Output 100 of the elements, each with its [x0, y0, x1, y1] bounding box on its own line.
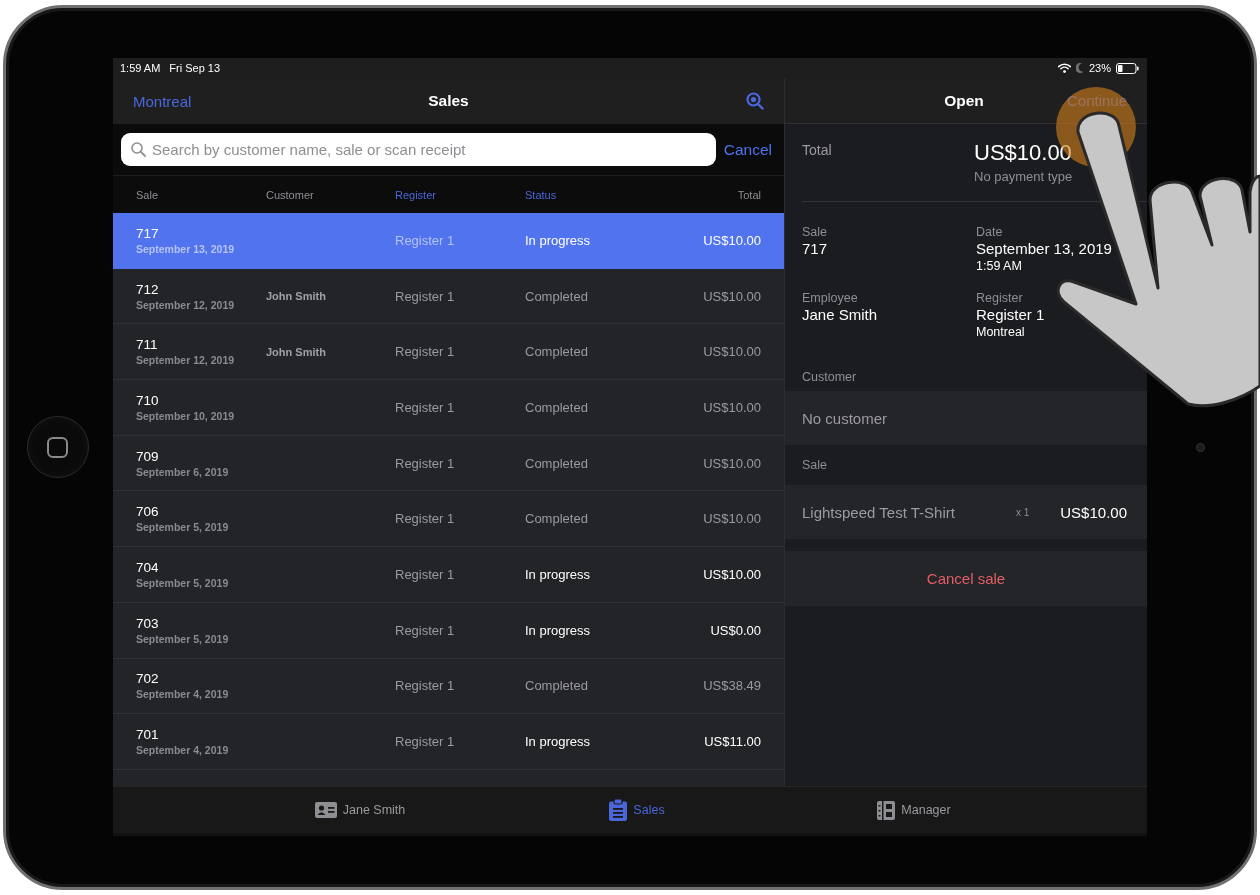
register-name: Register 1 [395, 622, 455, 638]
field-note: 1:59 AM [976, 258, 1023, 274]
clipboard-icon [609, 799, 628, 821]
total-amount: US$38.49 [703, 678, 761, 694]
search-field[interactable]: Search by customer name, sale or scan receipt [121, 133, 716, 166]
total-amount: US$10.00 [974, 140, 1073, 166]
section-heading: Customer [802, 369, 857, 384]
item-quantity: x 1 [1015, 506, 1030, 518]
column-header[interactable]: Sale [136, 188, 266, 201]
item-name: Lightspeed Test T-Shirt [802, 503, 956, 521]
register-name: Register 1 [395, 288, 455, 304]
register-name: Register 1 [395, 734, 455, 750]
total-label: Total [802, 142, 833, 160]
total-amount: US$10.00 [703, 344, 761, 360]
payment-type: No payment type [974, 169, 1074, 184]
field-value: 717 [802, 240, 829, 258]
sale-number: 701 [136, 727, 160, 743]
panel-grid-icon [877, 800, 896, 820]
status-text: In progress [525, 734, 591, 750]
column-header[interactable]: Customer [266, 188, 395, 201]
field-value: September 13, 2019 [976, 240, 1113, 258]
total-amount: US$10.00 [703, 288, 761, 304]
sale-date: September 10, 2019 [136, 409, 236, 422]
column-header[interactable]: Status [525, 188, 738, 201]
field-label: Date [976, 225, 1004, 240]
sale-date: September 5, 2019 [136, 632, 230, 645]
customer-name: John Smith [266, 290, 327, 303]
sale-number: 703 [136, 615, 160, 631]
wifi-icon [1057, 63, 1071, 73]
sale-number: 710 [136, 392, 160, 408]
status-text: Completed [525, 511, 588, 527]
customer-card[interactable]: No customer [785, 391, 1147, 445]
location-link[interactable]: Montreal [133, 92, 192, 110]
camera-icon [1196, 442, 1205, 452]
sale-number: 704 [136, 559, 160, 575]
cancel-button[interactable]: Cancel [723, 140, 772, 159]
sale-date: September 5, 2019 [136, 521, 230, 534]
sale-number: 702 [136, 671, 160, 687]
register-name: Register 1 [395, 455, 455, 471]
column-header[interactable]: Register [395, 188, 525, 201]
detail-title: Open [944, 91, 984, 110]
status-text: In progress [525, 622, 591, 638]
id-card-icon [314, 802, 337, 818]
register-name: Register 1 [395, 399, 455, 415]
sale-number: 712 [136, 281, 160, 297]
customer-name: John Smith [266, 345, 327, 358]
status-text: In progress [525, 566, 591, 582]
field-label: Register [976, 291, 1024, 306]
search-icon[interactable] [746, 92, 764, 110]
register-name: Register 1 [395, 566, 455, 582]
cancel-sale-button[interactable]: Cancel sale [785, 551, 1147, 606]
line-item[interactable]: Lightspeed Test T-Shirt x 1 US$10.00 [785, 485, 1147, 539]
register-name: Register 1 [395, 678, 455, 694]
register-name: Register 1 [395, 344, 455, 360]
status-text: In progress [525, 232, 591, 248]
status-text: Completed [525, 455, 588, 471]
register-name: Register 1 [395, 232, 455, 248]
sale-number: 717 [136, 225, 160, 241]
search-icon [131, 142, 146, 157]
field-label: Employee [802, 291, 859, 306]
tab[interactable]: Manager [875, 796, 953, 824]
sale-number: 709 [136, 448, 160, 464]
total-amount: US$10.00 [703, 232, 761, 248]
sale-date: September 4, 2019 [136, 744, 230, 757]
total-amount: US$11.00 [704, 734, 761, 750]
sale-date: September 6, 2019 [136, 465, 230, 478]
field-value: Register 1 [976, 306, 1046, 324]
tab[interactable]: Sales [607, 795, 667, 825]
customer-value: No customer [802, 409, 889, 427]
total-amount: US$10.00 [703, 455, 761, 471]
battery-percent: 23% [1088, 62, 1111, 74]
section-heading: Sale [802, 458, 828, 472]
sale-number: 711 [136, 337, 159, 353]
column-header[interactable]: Total [737, 188, 761, 201]
field-note: Montreal [976, 324, 1026, 340]
battery-icon [1116, 62, 1139, 74]
sale-date: September 13, 2019 [136, 242, 236, 255]
item-price: US$10.00 [1060, 503, 1127, 521]
sale-number: 706 [136, 504, 160, 520]
total-amount: US$10.00 [703, 399, 761, 415]
total-amount: US$10.00 [703, 566, 761, 582]
status-text: Completed [525, 288, 588, 304]
status-text: Completed [525, 399, 588, 415]
sale-row[interactable]: 717 September 13, 2019 Register 1 In progress US$10.00 [113, 213, 784, 269]
moon-icon [1075, 63, 1084, 73]
status-time: 1:59 AM [120, 62, 161, 74]
total-amount: US$0.00 [710, 622, 761, 638]
register-name: Register 1 [395, 511, 455, 527]
sale-date: September 4, 2019 [136, 688, 230, 701]
sale-date: September 12, 2019 [136, 354, 236, 367]
field-value: Jane Smith [802, 306, 879, 324]
sale-date: September 5, 2019 [136, 576, 230, 589]
nav-title: Sales [428, 92, 469, 110]
status-date: Fri Sep 13 [169, 62, 221, 74]
field-label: Sale [802, 225, 829, 240]
tab[interactable]: Jane Smith [312, 798, 408, 822]
total-amount: US$10.00 [703, 511, 761, 527]
sale-date: September 12, 2019 [136, 298, 236, 311]
status-text: Completed [525, 678, 588, 694]
status-text: Completed [525, 344, 588, 360]
